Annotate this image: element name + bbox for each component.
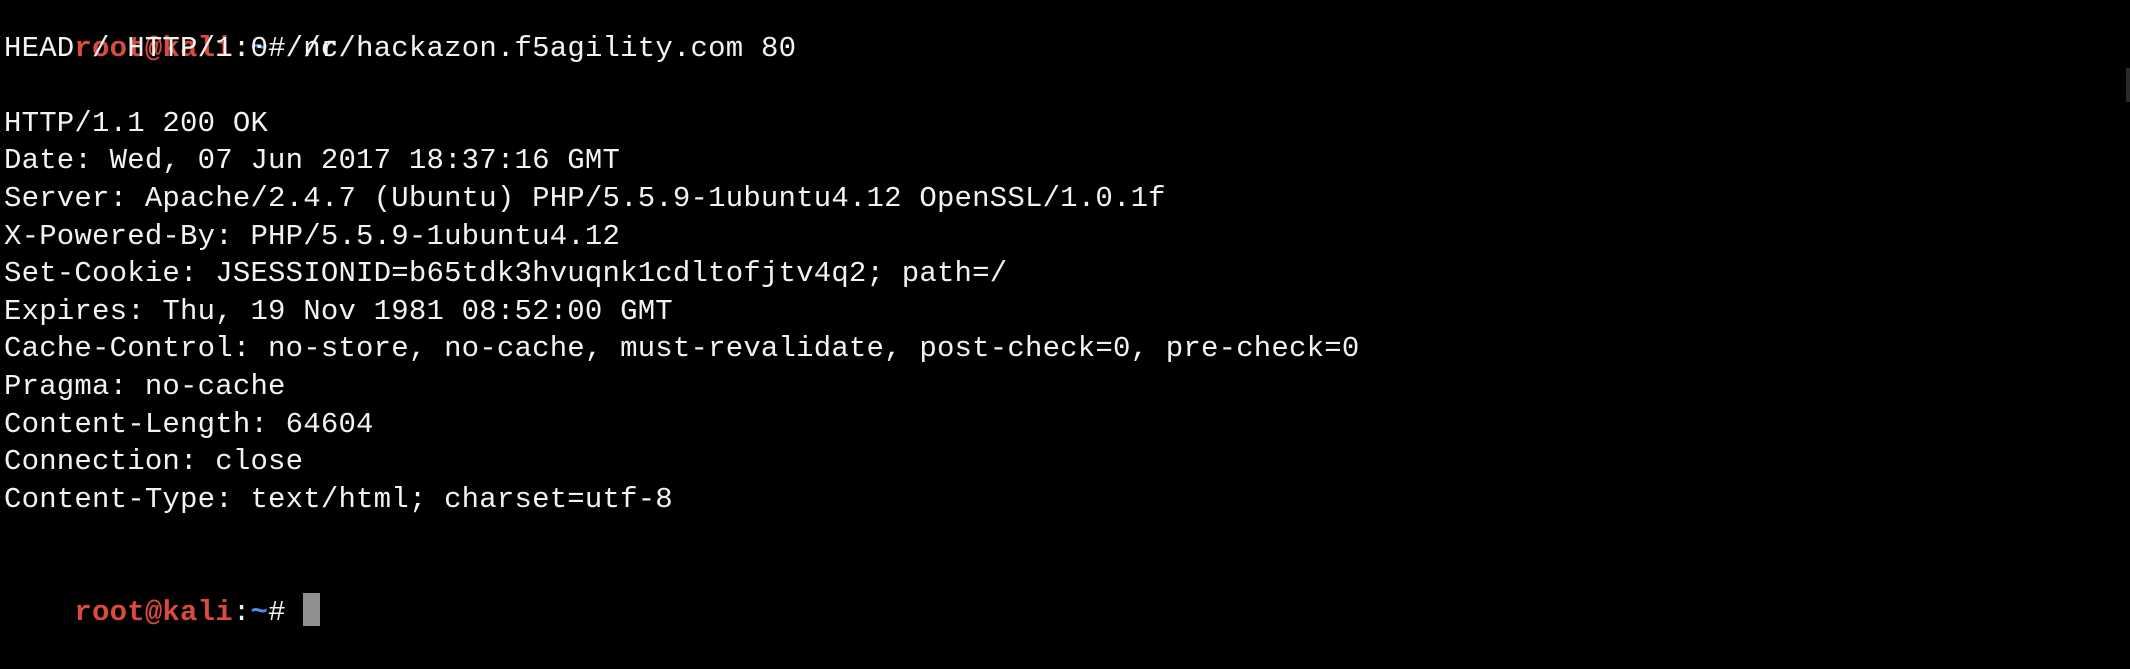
response-line-date: Date: Wed, 07 Jun 2017 18:37:16 GMT bbox=[4, 144, 621, 178]
response-line-set-cookie: Set-Cookie: JSESSIONID=b65tdk3hvuqnk1cdl… bbox=[4, 257, 1008, 291]
input-line: HEAD / HTTP/1.0 //r/n bbox=[4, 31, 374, 65]
prompt-path: ~ bbox=[250, 595, 269, 629]
command-text: nc hackazon.f5agility.com 80 bbox=[303, 31, 797, 65]
response-line-connection: Connection: close bbox=[4, 445, 304, 479]
command-line: root@kali:~# nc hackazon.f5agility.com 8… bbox=[4, 0, 2130, 65]
terminal-window[interactable]: root@kali:~# nc hackazon.f5agility.com 8… bbox=[0, 0, 2130, 629]
prompt-user-host: root@kali bbox=[74, 595, 233, 629]
response-line-expires: Expires: Thu, 19 Nov 1981 08:52:00 GMT bbox=[4, 294, 673, 328]
response-line-server: Server: Apache/2.4.7 (Ubuntu) PHP/5.5.9-… bbox=[4, 181, 1166, 215]
response-line-content-type: Content-Type: text/html; charset=utf-8 bbox=[4, 482, 673, 516]
prompt-colon: : bbox=[232, 595, 251, 629]
scrollbar-thumb[interactable] bbox=[2126, 68, 2130, 102]
active-prompt-line[interactable]: root@kali:~# bbox=[4, 556, 2130, 629]
response-line-cache-control: Cache-Control: no-store, no-cache, must-… bbox=[4, 332, 1360, 366]
prompt-hash: # bbox=[268, 595, 304, 629]
response-line-x-powered-by: X-Powered-By: PHP/5.5.9-1ubuntu4.12 bbox=[4, 219, 621, 253]
response-line-content-length: Content-Length: 64604 bbox=[4, 407, 374, 441]
response-line-pragma: Pragma: no-cache bbox=[4, 369, 286, 403]
response-line-status: HTTP/1.1 200 OK bbox=[4, 106, 269, 140]
